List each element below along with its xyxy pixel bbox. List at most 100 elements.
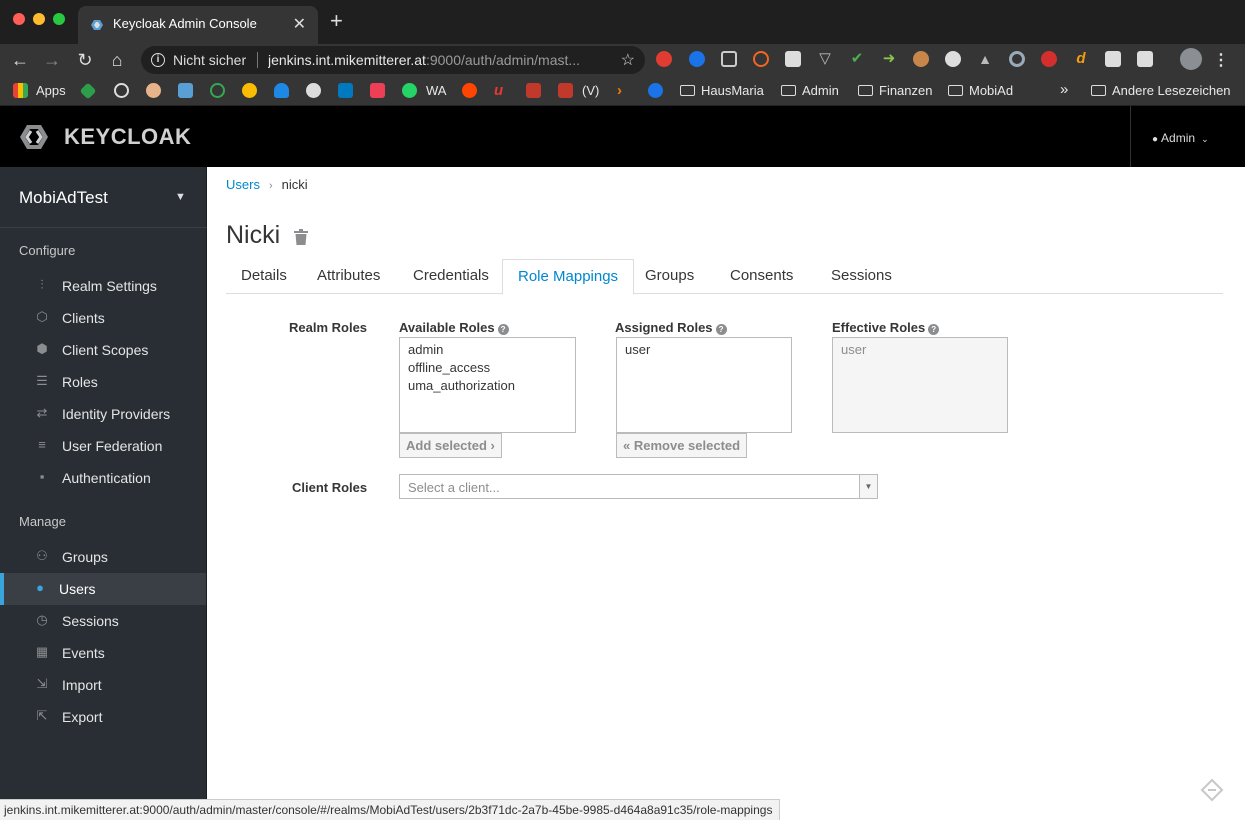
close-tab-icon[interactable]: ✕ [293,14,306,34]
bookmark-apps[interactable]: Apps [36,83,66,98]
client-roles-label: Client Roles [292,480,368,495]
help-icon[interactable]: ? [928,324,940,335]
extension-abp-icon[interactable] [1041,51,1057,67]
bookmark-trello-icon[interactable] [338,83,353,98]
extension-ring-icon[interactable] [1009,51,1025,67]
sidebar-item-users[interactable]: ● Users [0,573,206,605]
role-option[interactable]: user [617,341,791,359]
sidebar-item-groups[interactable]: ⚇ Groups [0,541,206,573]
info-icon[interactable]: i [151,53,165,67]
browser-tab-keycloak[interactable]: Keycloak Admin Console ✕ [78,6,318,44]
delete-trash-icon[interactable] [294,229,308,245]
help-icon[interactable]: ? [497,324,509,335]
minimize-window-button[interactable] [33,13,45,25]
forward-icon[interactable]: → [41,49,63,71]
bookmark-v[interactable]: (V) [582,83,599,98]
sidebar-item-clients[interactable]: ⬡ Clients [0,302,206,334]
bookmark-pocket-icon[interactable] [370,83,385,98]
home-icon[interactable]: ⌂ [106,49,128,71]
bookmark-folder-other[interactable]: Andere Lesezeichen [1091,83,1231,98]
sidebar-item-authentication[interactable]: ▪ Authentication [0,462,206,494]
sidebar-item-client-scopes[interactable]: ⬢ Client Scopes [0,334,206,366]
extension-adblock-x-icon[interactable] [656,51,672,67]
tab-sessions[interactable]: Sessions [816,259,907,294]
realm-selector[interactable]: MobiAdTest ▼ [0,167,207,228]
extension-pocket-icon[interactable] [721,51,737,67]
extension-d-icon[interactable]: d [1073,51,1089,67]
back-icon[interactable]: ← [9,49,31,71]
client-select[interactable]: Select a client... ▼ [399,474,878,499]
bookmark-github-icon[interactable] [306,83,321,98]
bookmark-udemy-icon[interactable]: u [494,83,509,98]
extension-corner-icon[interactable] [1200,778,1224,802]
address-bar[interactable]: i Nicht sicher jenkins.int.mikemitterer.… [141,46,645,74]
caret-down-icon[interactable]: ▼ [859,475,877,498]
bookmark-keycloak-icon[interactable] [178,83,193,98]
bookmark-folder-hausmaria[interactable]: HausMaria [680,83,764,98]
bookmark-ring-icon[interactable] [210,83,225,98]
extension-b-icon[interactable] [753,51,769,67]
reload-icon[interactable]: ↻ [74,49,96,71]
security-label[interactable]: Nicht sicher [173,52,246,68]
extension-drive-icon[interactable]: ▲ [977,51,993,67]
available-roles-list[interactable]: admin offline_access uma_authorization [399,337,576,433]
bookmark-face-icon[interactable] [146,83,161,98]
extension-i-icon[interactable] [1105,51,1121,67]
bookmark-diamond-icon[interactable] [79,82,97,100]
sidebar-item-user-federation[interactable]: ≡ User Federation [0,430,206,462]
bookmark-flag2-icon[interactable] [558,83,573,98]
extension-translate-icon[interactable] [1137,51,1153,67]
bookmark-cloud-icon[interactable] [274,83,289,98]
sidebar-item-identity-providers[interactable]: ⇄ Identity Providers [0,398,206,430]
browser-menu-icon[interactable]: ⋮ [1213,50,1229,70]
extension-vue-icon[interactable]: ▽ [817,51,833,67]
add-selected-button[interactable]: Add selected › [399,433,502,458]
role-option[interactable]: offline_access [400,359,575,377]
close-window-button[interactable] [13,13,25,25]
tab-role-mappings[interactable]: Role Mappings [502,259,635,295]
bookmark-flag-icon[interactable] [526,83,541,98]
assigned-roles-list[interactable]: user [616,337,792,433]
page-title: Nicki [226,221,281,249]
maximize-window-button[interactable] [53,13,65,25]
user-menu-button[interactable]: ● Admin ⌄ [1152,131,1209,145]
url-text[interactable]: jenkins.int.mikemitterer.at:9000/auth/ad… [268,52,603,68]
bookmark-wa[interactable]: WA [426,83,446,98]
new-tab-button[interactable]: + [330,10,343,32]
help-icon[interactable]: ? [715,324,727,335]
sidebar-item-import[interactable]: ⇲ Import [0,669,206,701]
remove-selected-button[interactable]: « Remove selected [616,433,748,458]
sidebar-item-export[interactable]: ⇱ Export [0,701,206,733]
extension-arrow-icon[interactable]: ➜ [881,51,897,67]
bookmark-folder-admin[interactable]: Admin [781,83,839,98]
role-option[interactable]: admin [400,341,575,359]
sidebar-item-realm-settings[interactable]: ⫶ Realm Settings [0,270,206,302]
tab-attributes[interactable]: Attributes [302,259,395,294]
bookmark-reddit-icon[interactable] [462,83,477,98]
bookmark-folder-finanzen[interactable]: Finanzen [858,83,932,98]
bookmark-1password-icon[interactable] [648,83,663,98]
apps-grid-icon[interactable] [13,83,28,98]
extension-check-icon[interactable]: ✔ [849,51,865,67]
tab-groups[interactable]: Groups [630,259,709,294]
breadcrumb-users-link[interactable]: Users [226,177,260,192]
bookmark-photos-icon[interactable] [242,83,257,98]
tab-details[interactable]: Details [226,259,302,294]
extension-circle-icon[interactable] [945,51,961,67]
profile-avatar[interactable] [1180,48,1202,70]
sidebar-item-events[interactable]: ▦ Events [0,637,206,669]
bookmark-chevron-icon[interactable]: › [617,83,632,98]
bookmarks-overflow-button[interactable]: » [1060,81,1068,98]
bookmark-star-icon[interactable]: ☆ [621,50,635,70]
extension-1password-icon[interactable] [689,51,705,67]
bookmark-whatsapp-icon[interactable] [402,83,417,98]
tab-credentials[interactable]: Credentials [398,259,504,294]
extension-jetbrains-icon[interactable] [785,51,801,67]
role-option[interactable]: uma_authorization [400,377,575,395]
bookmark-folder-mobiad[interactable]: MobiAd [948,83,1013,98]
sidebar-item-sessions[interactable]: ◷ Sessions [0,605,206,637]
tab-consents[interactable]: Consents [715,259,808,294]
extension-cookie-icon[interactable] [913,51,929,67]
bookmark-globe-icon[interactable] [114,83,129,98]
sidebar-item-roles[interactable]: ☰ Roles [0,366,206,398]
